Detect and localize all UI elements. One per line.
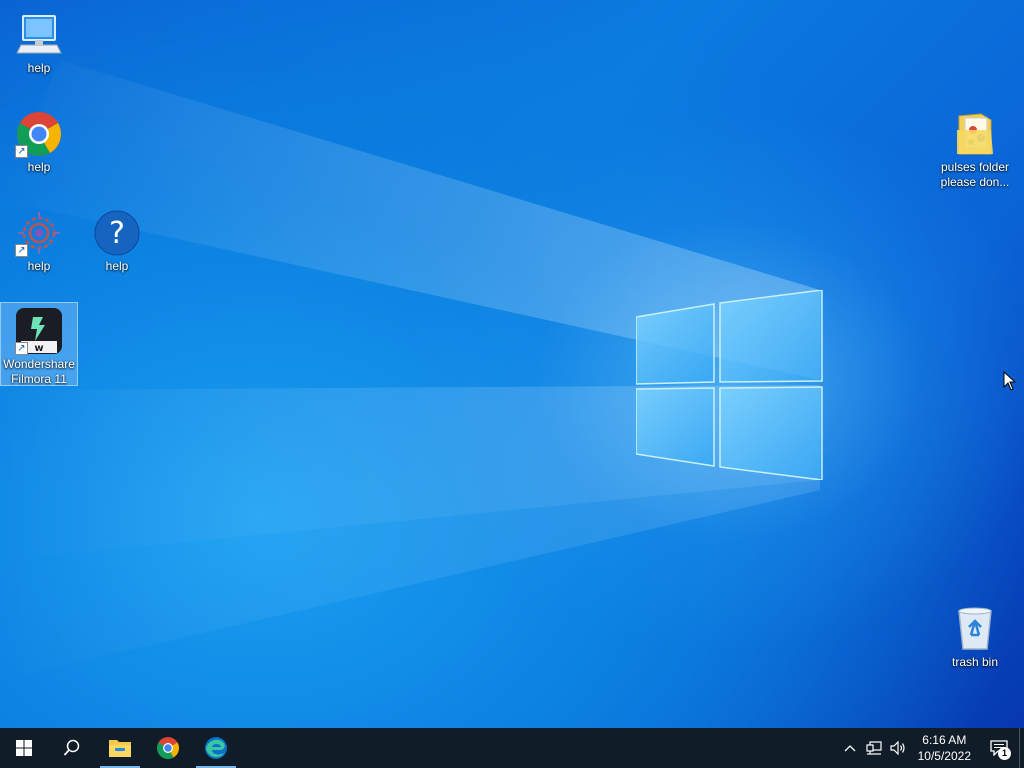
app-gear-icon: ↗ (15, 209, 63, 257)
clock-date: 10/5/2022 (917, 749, 971, 763)
network-button[interactable] (862, 728, 886, 768)
desktop-icon-help[interactable]: ? help (78, 204, 156, 275)
network-icon (866, 741, 882, 755)
desktop-icon-label: help (27, 61, 51, 75)
recycle-bin-icon (951, 605, 999, 653)
desktop-icon-app[interactable]: ↗ help (0, 204, 78, 275)
volume-button[interactable] (886, 728, 910, 768)
computer-icon (15, 11, 63, 59)
show-hidden-icons-button[interactable] (838, 728, 862, 768)
chevron-up-icon (844, 745, 856, 752)
mouse-cursor-icon (1003, 371, 1017, 391)
svg-text:w: w (34, 343, 43, 354)
taskbar-chrome[interactable] (144, 728, 192, 768)
desktop-icon-label: trash bin (951, 655, 999, 669)
desktop-icon-this-pc[interactable]: help (0, 6, 78, 77)
desktop[interactable]: help ↗ help ↗ help ? help w ↗ Wondershar… (0, 0, 1024, 728)
shortcut-arrow-icon: ↗ (15, 145, 28, 158)
chrome-icon: ↗ (15, 110, 63, 158)
desktop-icon-chrome[interactable]: ↗ help (0, 105, 78, 176)
show-desktop-button[interactable] (1019, 728, 1024, 768)
wallpaper-light-beams (0, 60, 820, 680)
edge-icon (205, 737, 227, 759)
clock-time: 6:16 AM (922, 733, 967, 747)
taskbar-file-explorer[interactable] (96, 728, 144, 768)
windows-logo-wallpaper (636, 290, 823, 480)
volume-icon (890, 741, 905, 755)
desktop-icon-filmora[interactable]: w ↗ Wondershare Filmora 11 (0, 302, 78, 386)
desktop-icon-recycle-bin[interactable]: trash bin (936, 600, 1014, 671)
notification-count-badge: 1 (998, 747, 1011, 760)
desktop-icon-folder[interactable]: pulses folder please don... (936, 105, 1014, 191)
help-question-icon: ? (93, 209, 141, 257)
action-center-button[interactable]: 1 (979, 728, 1019, 768)
search-icon (63, 739, 80, 756)
system-tray: 6:16 AM 10/5/2022 1 (838, 728, 1024, 768)
shortcut-arrow-icon: ↗ (15, 342, 28, 355)
chrome-icon (157, 737, 179, 759)
desktop-icon-label: help (105, 259, 129, 273)
desktop-icon-label: pulses folder please don... (940, 160, 1010, 189)
desktop-icon-label: help (27, 160, 51, 174)
file-explorer-icon (109, 740, 131, 757)
start-button[interactable] (0, 728, 48, 768)
desktop-icon-label: help (27, 259, 51, 273)
search-button[interactable] (48, 728, 96, 768)
clock[interactable]: 6:16 AM 10/5/2022 (910, 732, 979, 764)
filmora-icon: w ↗ (15, 307, 63, 355)
taskbar-edge[interactable] (192, 728, 240, 768)
desktop-icon-label: Wondershare Filmora 11 (3, 357, 75, 386)
start-icon (16, 740, 32, 756)
svg-text:?: ? (109, 216, 125, 251)
folder-icon (951, 110, 999, 158)
shortcut-arrow-icon: ↗ (15, 244, 28, 257)
taskbar: 6:16 AM 10/5/2022 1 (0, 728, 1024, 768)
